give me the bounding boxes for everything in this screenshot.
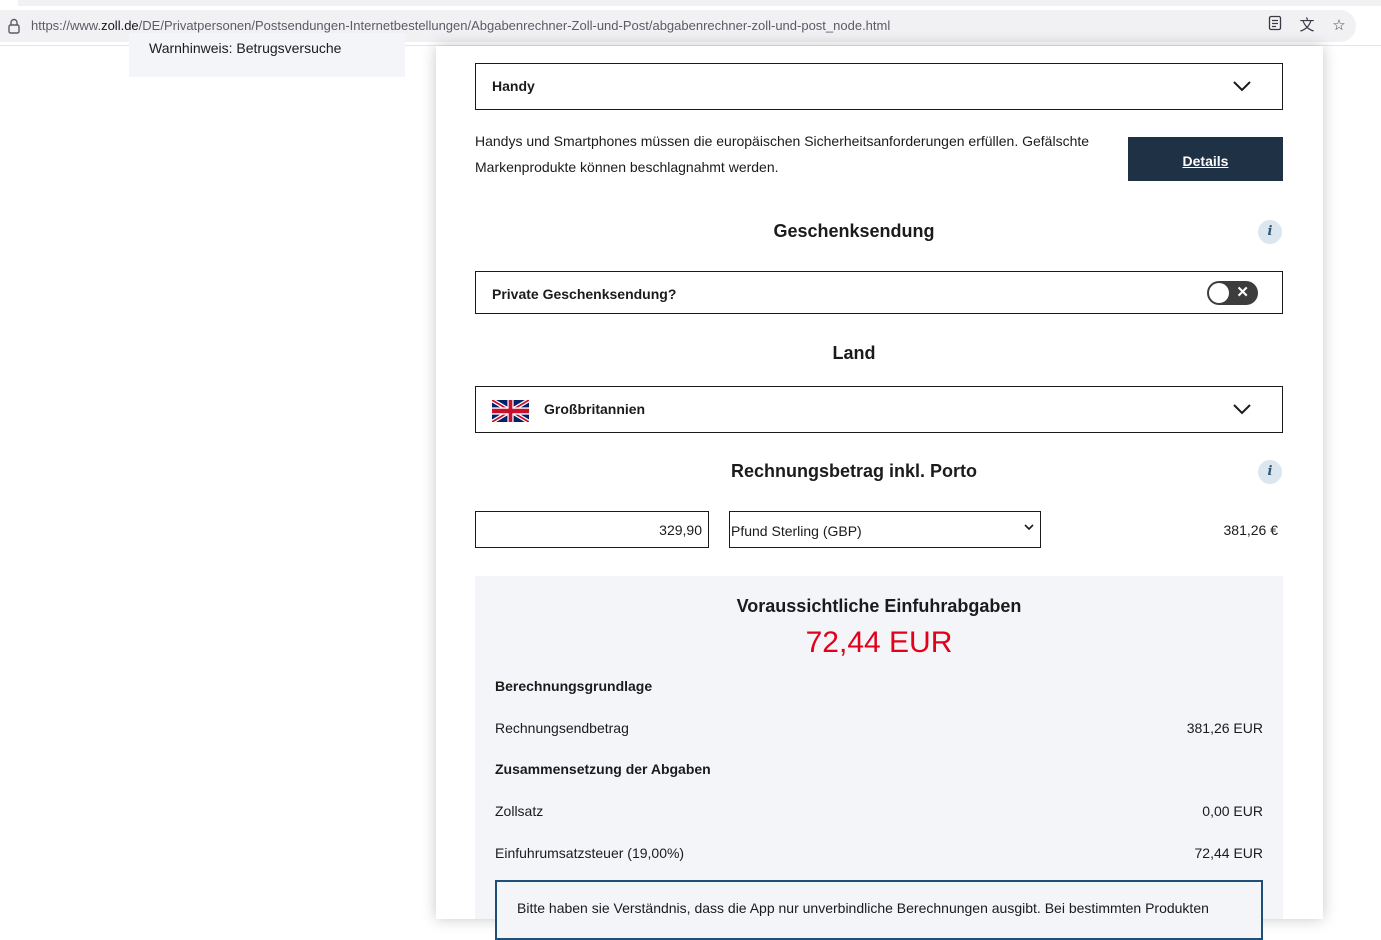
tab-strip bbox=[0, 0, 1381, 6]
disclaimer-notice: Bitte haben sie Verständnis, dass die Ap… bbox=[495, 880, 1263, 940]
amount-input[interactable] bbox=[475, 511, 709, 548]
row-value: 381,26 EUR bbox=[1186, 720, 1263, 736]
converted-amount: 381,26 € bbox=[1223, 522, 1279, 538]
row-label: Einfuhrumsatzsteuer (19,00%) bbox=[495, 845, 685, 861]
currency-select[interactable]: Pfund Sterling (GBP) bbox=[729, 511, 1041, 548]
result-panel: Voraussichtliche Einfuhrabgaben 72,44 EU… bbox=[475, 576, 1283, 940]
result-title: Voraussichtliche Einfuhrabgaben bbox=[736, 596, 1022, 616]
gift-section-title: Geschenksendung bbox=[773, 221, 935, 241]
url-text[interactable]: https://www.zoll.de/DE/Privatpersonen/Po… bbox=[31, 18, 890, 33]
chevron-down-icon bbox=[1024, 524, 1034, 531]
translate-icon[interactable]: 文 bbox=[1296, 15, 1318, 37]
country-select[interactable]: Großbritannien bbox=[475, 386, 1283, 433]
category-select[interactable]: Handy bbox=[475, 63, 1283, 110]
chevron-down-icon bbox=[1233, 81, 1251, 92]
gift-toggle-switch[interactable]: ✕ bbox=[1207, 281, 1258, 305]
chevron-down-icon bbox=[1233, 404, 1251, 415]
bookmark-star-icon[interactable]: ☆ bbox=[1328, 15, 1350, 37]
country-section-title: Land bbox=[832, 343, 876, 363]
lock-icon bbox=[8, 18, 20, 34]
disclaimer-text: Bitte haben sie Verständnis, dass die Ap… bbox=[517, 900, 1209, 916]
toggle-knob bbox=[1209, 283, 1229, 303]
country-selected-value: Großbritannien bbox=[544, 401, 646, 417]
invoice-section-title: Rechnungsbetrag inkl. Porto bbox=[730, 461, 978, 481]
info-icon[interactable]: i bbox=[1258, 460, 1282, 484]
close-icon: ✕ bbox=[1236, 284, 1249, 301]
gift-toggle-row[interactable]: Private Geschenksendung? ✕ bbox=[475, 271, 1283, 314]
result-total: 72,44 EUR bbox=[805, 626, 953, 659]
info-icon[interactable]: i bbox=[1258, 220, 1282, 244]
gift-toggle-label: Private Geschenksendung? bbox=[492, 286, 677, 302]
row-value: 72,44 EUR bbox=[1194, 845, 1263, 861]
row-label: Zollsatz bbox=[495, 803, 544, 819]
reader-view-icon[interactable] bbox=[1264, 15, 1286, 37]
category-info-text: Handys und Smartphones müssen die europä… bbox=[475, 133, 1090, 175]
sidebar-item-label[interactable]: Warnhinweis: Betrugsversuche bbox=[149, 40, 341, 56]
row-value: 0,00 EUR bbox=[1202, 803, 1263, 819]
sidebar-item-warnhinweis[interactable]: Warnhinweis: Betrugsversuche bbox=[129, 33, 405, 77]
uk-flag-icon bbox=[492, 400, 529, 422]
category-selected-value: Handy bbox=[492, 78, 535, 94]
details-button[interactable]: Details bbox=[1128, 137, 1283, 181]
row-label: Rechnungsendbetrag bbox=[495, 720, 629, 736]
currency-selected-value: Pfund Sterling (GBP) bbox=[731, 523, 862, 539]
